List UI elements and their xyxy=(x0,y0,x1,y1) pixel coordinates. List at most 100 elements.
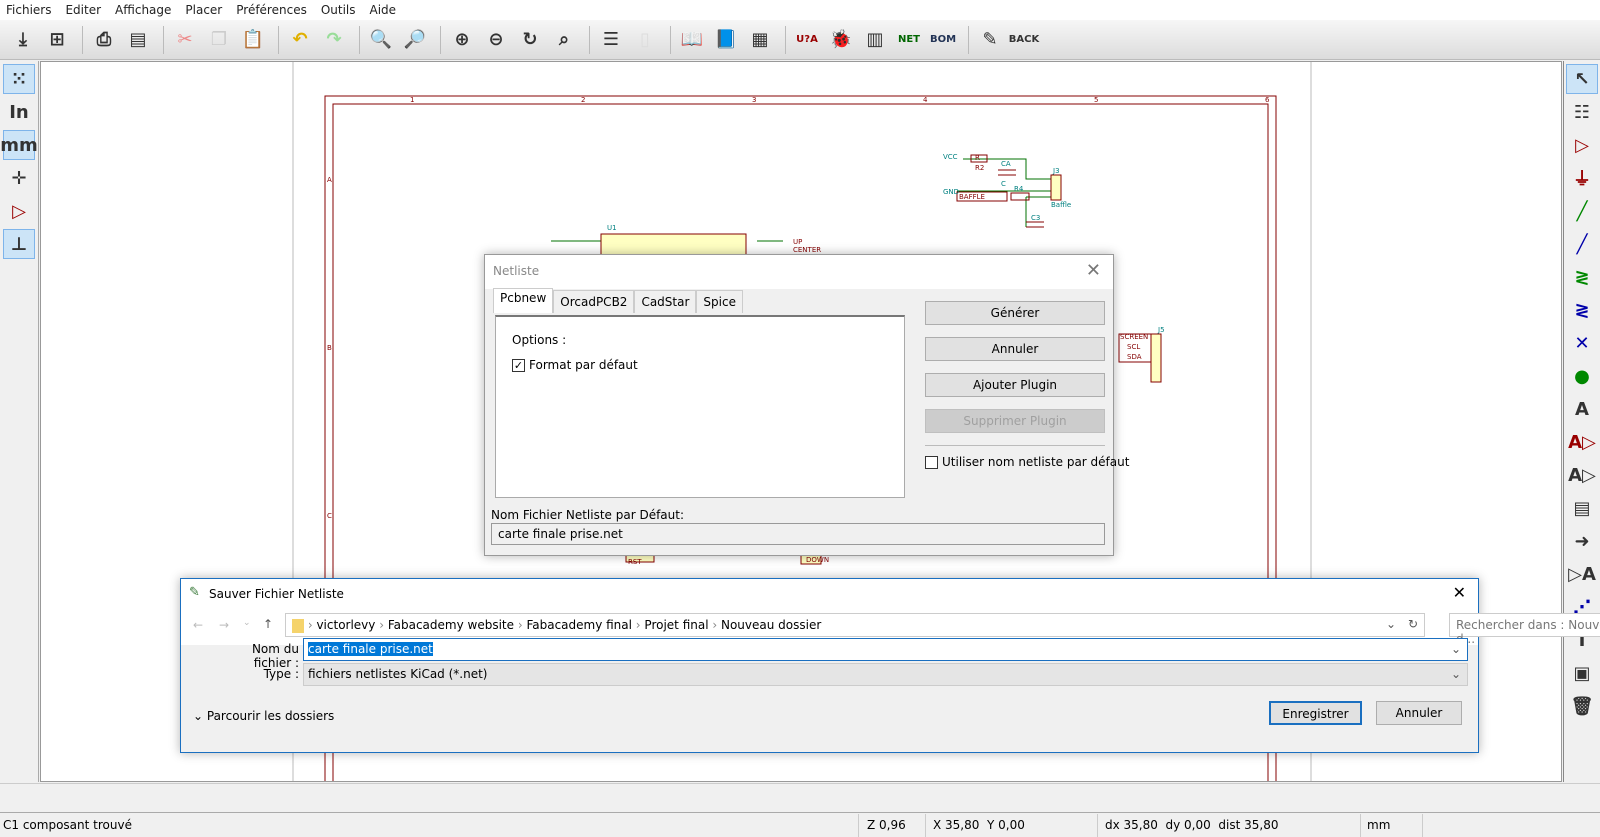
erc-button[interactable]: 🐞 xyxy=(826,25,856,55)
forward-icon[interactable]: → xyxy=(219,618,229,632)
hierarchy-button[interactable]: ☰ xyxy=(596,25,626,55)
footprint-assign-button[interactable]: ▦ xyxy=(745,25,775,55)
close-icon[interactable]: ✕ xyxy=(1086,260,1101,281)
tab-spice[interactable]: Spice xyxy=(696,290,743,313)
path-breadcrumb[interactable]: › victorlevy › Fabacademy website › Faba… xyxy=(285,613,1425,637)
bus-button[interactable]: ╱ xyxy=(1566,229,1598,259)
delta-readout: dx 35,80 dy 0,00 dist 35,80 xyxy=(1105,818,1279,832)
menu-aide[interactable]: Aide xyxy=(370,3,397,17)
hier-sheet-icon: ▤ xyxy=(1573,497,1591,519)
find-replace-button[interactable]: 🔎 xyxy=(400,25,430,55)
netlist-file-icon: ✎ xyxy=(189,585,200,600)
hier-sheet-button[interactable]: ▤ xyxy=(1566,493,1598,523)
breadcrumb-item[interactable]: Fabacademy final xyxy=(526,618,632,632)
library-browser-button[interactable]: 📘 xyxy=(711,25,741,55)
redo-button[interactable]: ↷ xyxy=(319,25,349,55)
cvpcb-button[interactable]: ▥ xyxy=(860,25,890,55)
annotate-button[interactable]: U?A xyxy=(792,25,822,55)
toolbar-separator xyxy=(589,25,590,54)
format-default-checkbox[interactable]: ✓ Format par défaut xyxy=(512,358,638,372)
cancel-button[interactable]: Annuler xyxy=(925,337,1105,361)
library-editor-button[interactable]: 📖 xyxy=(677,25,707,55)
units-inch-button[interactable]: In xyxy=(3,97,35,127)
cancel-button[interactable]: Annuler xyxy=(1376,701,1462,725)
image-button[interactable]: ▣ xyxy=(1566,658,1598,688)
grid-button[interactable]: ⁙ xyxy=(3,64,35,94)
paste-button[interactable]: 📋 xyxy=(238,25,268,55)
frame-col-label: 5 xyxy=(1094,96,1098,104)
use-default-name-checkbox[interactable]: Utiliser nom netliste par défaut xyxy=(925,455,1129,469)
page-settings-button[interactable]: ⊞ xyxy=(42,25,72,55)
schematic-label: SCL xyxy=(1127,343,1140,351)
menu-editer[interactable]: Editer xyxy=(65,3,101,17)
units-mm-button[interactable]: mm xyxy=(0,130,38,160)
global-label-button[interactable]: A▷ xyxy=(1566,427,1598,457)
hier-label-button[interactable]: A▷ xyxy=(1566,460,1598,490)
up-icon[interactable]: ↑ xyxy=(263,617,273,631)
hier-pin-button[interactable]: ▷A xyxy=(1566,559,1598,589)
find-button[interactable]: 🔍 xyxy=(366,25,396,55)
add-power-button[interactable]: ⏚ xyxy=(1566,163,1598,193)
breadcrumb-item[interactable]: Nouveau dossier xyxy=(721,618,821,632)
zoom-in-button[interactable]: ⊕ xyxy=(447,25,477,55)
format-default-label: Format par défaut xyxy=(529,358,638,372)
wire-button[interactable]: ╱ xyxy=(1566,196,1598,226)
menu-fichiers[interactable]: Fichiers xyxy=(6,3,51,17)
add-component-button[interactable]: ▷ xyxy=(1566,130,1598,160)
undo-button[interactable]: ↶ xyxy=(285,25,315,55)
generate-button[interactable]: Générer xyxy=(925,301,1105,325)
breadcrumb-item[interactable]: Projet final xyxy=(644,618,708,632)
save-button[interactable]: ⤓ xyxy=(8,25,38,55)
search-input[interactable]: Rechercher dans : Nouveau d...⌕ xyxy=(1449,613,1600,646)
tab-cadstar[interactable]: CadStar xyxy=(634,290,697,313)
wire-icon: ╱ xyxy=(1576,200,1588,222)
path-dropdown-icon[interactable]: ⌄ xyxy=(1386,617,1396,631)
frame-col-label: 6 xyxy=(1265,96,1270,104)
orthogonal-wire-button[interactable]: ⊥ xyxy=(3,229,35,259)
select-button[interactable]: ↖ xyxy=(1566,64,1598,94)
hidden-pins-button[interactable]: ▷ xyxy=(3,196,35,226)
back-button[interactable]: BACK xyxy=(1009,25,1039,55)
frame-row-label: A xyxy=(327,176,332,184)
bom-button[interactable]: BOM xyxy=(928,25,958,55)
cursor-button[interactable]: ✛ xyxy=(3,163,35,193)
zoom-out-button[interactable]: ⊖ xyxy=(481,25,511,55)
menu-outils[interactable]: Outils xyxy=(321,3,356,17)
default-file-field[interactable]: carte finale prise.net xyxy=(491,523,1105,545)
tab-pcbnew[interactable]: Pcbnew xyxy=(493,288,554,313)
recent-chevron-icon[interactable]: ⌄ xyxy=(243,618,251,628)
tab-orcadpcb2[interactable]: OrcadPCB2 xyxy=(553,290,635,313)
add-plugin-button[interactable]: Ajouter Plugin xyxy=(925,373,1105,397)
hierarchy-icon: ☰ xyxy=(602,29,620,50)
import-pin-button[interactable]: ➜ xyxy=(1566,526,1598,556)
bus-entry-button[interactable]: ≷ xyxy=(1566,295,1598,325)
filename-input[interactable]: carte finale prise.net ⌄ xyxy=(303,638,1468,661)
copy-button[interactable]: ❐ xyxy=(204,25,234,55)
breadcrumb-item[interactable]: Fabacademy website xyxy=(388,618,514,632)
schematic-label: SCREEN xyxy=(1120,333,1148,341)
save-button[interactable]: Enregistrer xyxy=(1269,701,1362,725)
delete-button[interactable]: 🗑 xyxy=(1566,691,1598,721)
cut-button[interactable]: ✂ xyxy=(170,25,200,55)
menu-placer[interactable]: Placer xyxy=(185,3,222,17)
menu-affichage[interactable]: Affichage xyxy=(115,3,171,17)
menu-preferences[interactable]: Préférences xyxy=(236,3,307,17)
wire-entry-button[interactable]: ≷ xyxy=(1566,262,1598,292)
refresh-icon[interactable]: ↻ xyxy=(1408,617,1418,631)
close-icon[interactable]: ✕ xyxy=(1453,583,1466,602)
leave-sheet-button[interactable]: ▯ xyxy=(630,25,660,55)
browse-folders-toggle[interactable]: ⌄ Parcourir les dossiers xyxy=(193,709,334,723)
no-connect-button[interactable]: ✕ xyxy=(1566,328,1598,358)
redraw-button[interactable]: ↻ xyxy=(515,25,545,55)
net-label-button[interactable]: A xyxy=(1566,394,1598,424)
type-select[interactable]: fichiers netlistes KiCad (*.net) ⌄ xyxy=(303,663,1468,686)
netlist-button[interactable]: NET xyxy=(894,25,924,55)
zoom-fit-button[interactable]: ⌕ xyxy=(549,25,579,55)
hierarchy-nav-button[interactable]: ☷ xyxy=(1566,97,1598,127)
junction-button[interactable]: ● xyxy=(1566,361,1598,391)
print-button[interactable]: ⎙ xyxy=(89,25,119,55)
breadcrumb-item[interactable]: victorlevy xyxy=(316,618,375,632)
plot-button[interactable]: ▤ xyxy=(123,25,153,55)
edit-fields-button[interactable]: ✎ xyxy=(975,25,1005,55)
back-icon[interactable]: ← xyxy=(193,618,203,632)
